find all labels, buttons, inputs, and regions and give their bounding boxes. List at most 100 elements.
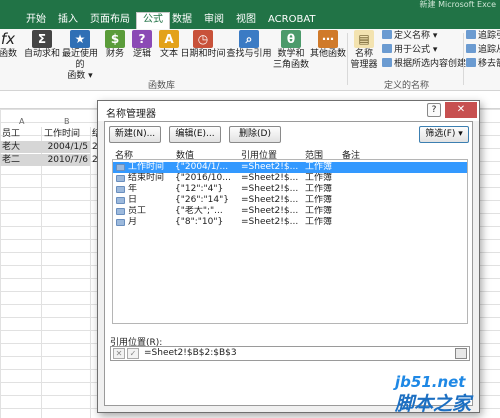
collapse-dialog-icon[interactable]	[455, 348, 467, 359]
sigma-icon: Σ	[32, 30, 52, 48]
help-button[interactable]: ?	[427, 103, 441, 117]
value-cell: {"26":"14"}	[175, 195, 229, 205]
refers-to-field[interactable]: ✕ ✓ =Sheet2!$B$2:$B$3	[110, 346, 470, 361]
text-button[interactable]: A 文本	[158, 29, 180, 60]
recent-functions-button[interactable]: ★ 最近使用的 函数 ▾	[58, 29, 102, 82]
autosum-button[interactable]: Σ 自动求和	[22, 29, 62, 60]
remove-arrows-icon	[466, 58, 476, 67]
cell[interactable]: 老大	[0, 141, 41, 153]
value-cell: {"2016/10...	[175, 173, 231, 183]
refers-to-cell: =Sheet2!$...	[241, 217, 299, 227]
remove-arrows-button[interactable]: 移去箭	[466, 58, 500, 70]
financial-label: 财务	[105, 49, 124, 59]
theta-icon: θ	[281, 30, 301, 48]
fx-icon: fx	[0, 30, 16, 48]
list-item[interactable]: 工作时间 {"2004/1/... =Sheet2!$... 工作簿	[113, 162, 467, 173]
tab-home[interactable]: 开始	[26, 13, 46, 27]
list-item[interactable]: 月 {"8":"10"} =Sheet2!$... 工作簿	[113, 217, 467, 228]
trace-precedents-icon	[466, 30, 476, 39]
name-manager-button[interactable]: ▤ 名称 管理器	[349, 29, 379, 71]
name-icon	[116, 186, 125, 193]
list-item[interactable]: 结束时间 {"2016/10... =Sheet2!$... 工作簿	[113, 173, 467, 184]
insert-function-button[interactable]: fx 函数	[0, 29, 18, 60]
watermark-logo: jb51.net 脚本之家	[395, 373, 471, 416]
more-functions-label: 其他函数	[310, 49, 347, 59]
trace-precedents-label: 追踪引	[478, 31, 500, 41]
create-from-selection-label: 根据所选内容创建	[394, 59, 467, 69]
value-cell: {"2004/1/...	[175, 162, 229, 172]
tab-insert[interactable]: 插入	[58, 13, 78, 27]
confirm-edit-icon[interactable]: ✓	[127, 348, 139, 359]
tab-acrobat[interactable]: ACROBAT	[268, 13, 316, 27]
financial-button[interactable]: $ 财务	[104, 29, 126, 60]
name-cell: 月	[128, 217, 138, 227]
ribbon-tabs: 开始 插入 页面布局 公式 数据 审阅 视图 ACROBAT	[0, 10, 500, 29]
create-from-selection-icon	[382, 58, 392, 67]
cell[interactable]: 老二	[0, 154, 41, 166]
close-button[interactable]: ✕	[445, 102, 477, 118]
tab-view[interactable]: 视图	[236, 13, 256, 27]
filter-button[interactable]: 筛选(F) ▾	[419, 126, 469, 143]
value-cell: {"8":"10"}	[175, 217, 224, 227]
tab-review[interactable]: 审阅	[204, 13, 224, 27]
logical-button[interactable]: ? 逻辑	[131, 29, 153, 60]
app-title: 新建 Microsoft Exce	[419, 0, 496, 9]
name-cell: 结束时间	[128, 173, 165, 183]
cell[interactable]: 2004/1/5	[41, 141, 90, 153]
names-list[interactable]: 工作时间 {"2004/1/... =Sheet2!$... 工作簿 结束时间 …	[112, 159, 468, 324]
list-item[interactable]: 年 {"12":"4"} =Sheet2!$... 工作簿	[113, 184, 467, 195]
logical-icon: ?	[132, 30, 152, 48]
trace-precedents-button[interactable]: 追踪引	[466, 30, 500, 42]
math-trig-label-2: 三角函数	[272, 60, 309, 70]
new-button[interactable]: 新建(N)...	[109, 126, 161, 143]
column-divider	[41, 127, 42, 418]
date-time-button[interactable]: ◷ 日期和时间	[180, 29, 226, 60]
insert-function-label: 函数	[0, 49, 17, 59]
trace-dependents-label: 追踪从	[478, 45, 500, 55]
cell[interactable]: 工作时间	[44, 128, 90, 140]
use-in-formula-button[interactable]: 用于公式 ▾	[382, 44, 437, 56]
column-header-b[interactable]: B	[64, 117, 70, 127]
name-manager-icon: ▤	[354, 30, 374, 48]
recent-functions-label: 最近使用的	[61, 49, 98, 70]
cancel-edit-icon[interactable]: ✕	[113, 348, 125, 359]
cell[interactable]: 2010/7/6	[41, 154, 90, 166]
name-cell: 工作时间	[128, 162, 165, 172]
use-in-formula-icon	[382, 44, 392, 53]
delete-button[interactable]: 删除(D)	[229, 126, 281, 143]
use-in-formula-label: 用于公式 ▾	[394, 45, 438, 55]
name-icon	[116, 197, 125, 204]
name-cell: 年	[128, 184, 138, 194]
column-header-a[interactable]: A	[19, 117, 24, 127]
list-item[interactable]: 日 {"26":"14"} =Sheet2!$... 工作簿	[113, 195, 467, 206]
dialog-title-bar[interactable]: 名称管理器 ? ✕	[98, 101, 479, 121]
list-item[interactable]: 员工 {"老大";"... =Sheet2!$... 工作簿	[113, 206, 467, 217]
define-name-button[interactable]: 定义名称 ▾	[382, 30, 437, 42]
edit-button[interactable]: 编辑(E)...	[169, 126, 221, 143]
dialog-title: 名称管理器	[106, 109, 156, 120]
name-icon	[116, 175, 125, 182]
date-time-label: 日期和时间	[180, 49, 226, 59]
name-manager-label-2: 管理器	[350, 60, 378, 70]
name-icon	[116, 208, 125, 215]
tab-data[interactable]: 数据	[172, 13, 192, 27]
cell[interactable]: 员工	[2, 128, 40, 140]
math-trig-button[interactable]: θ 数学和 三角函数	[272, 29, 310, 71]
ribbon: fx 函数 Σ 自动求和 ★ 最近使用的 函数 ▾ $ 财务 ? 逻辑 A 文本…	[0, 29, 500, 91]
name-manager-label: 名称	[354, 49, 373, 59]
watermark-brand: 脚本之家	[395, 393, 472, 415]
more-functions-button[interactable]: ⋯ 其他函数	[310, 29, 346, 60]
lookup-icon: ⌕	[239, 30, 259, 48]
lookup-reference-button[interactable]: ⌕ 查找与引用	[226, 29, 272, 60]
refers-to-cell: =Sheet2!$...	[241, 173, 299, 183]
trace-dependents-button[interactable]: 追踪从	[466, 44, 500, 56]
refers-to-value[interactable]: =Sheet2!$B$2:$B$3	[144, 348, 237, 359]
tab-page-layout[interactable]: 页面布局	[90, 13, 130, 27]
create-from-selection-button[interactable]: 根据所选内容创建	[382, 58, 466, 70]
trace-dependents-icon	[466, 44, 476, 53]
scope-cell: 工作簿	[305, 206, 333, 216]
name-cell: 日	[128, 195, 138, 205]
value-cell: {"老大";"...	[175, 206, 223, 216]
remove-arrows-label: 移去箭	[478, 59, 500, 69]
tab-formulas[interactable]: 公式	[136, 12, 170, 29]
